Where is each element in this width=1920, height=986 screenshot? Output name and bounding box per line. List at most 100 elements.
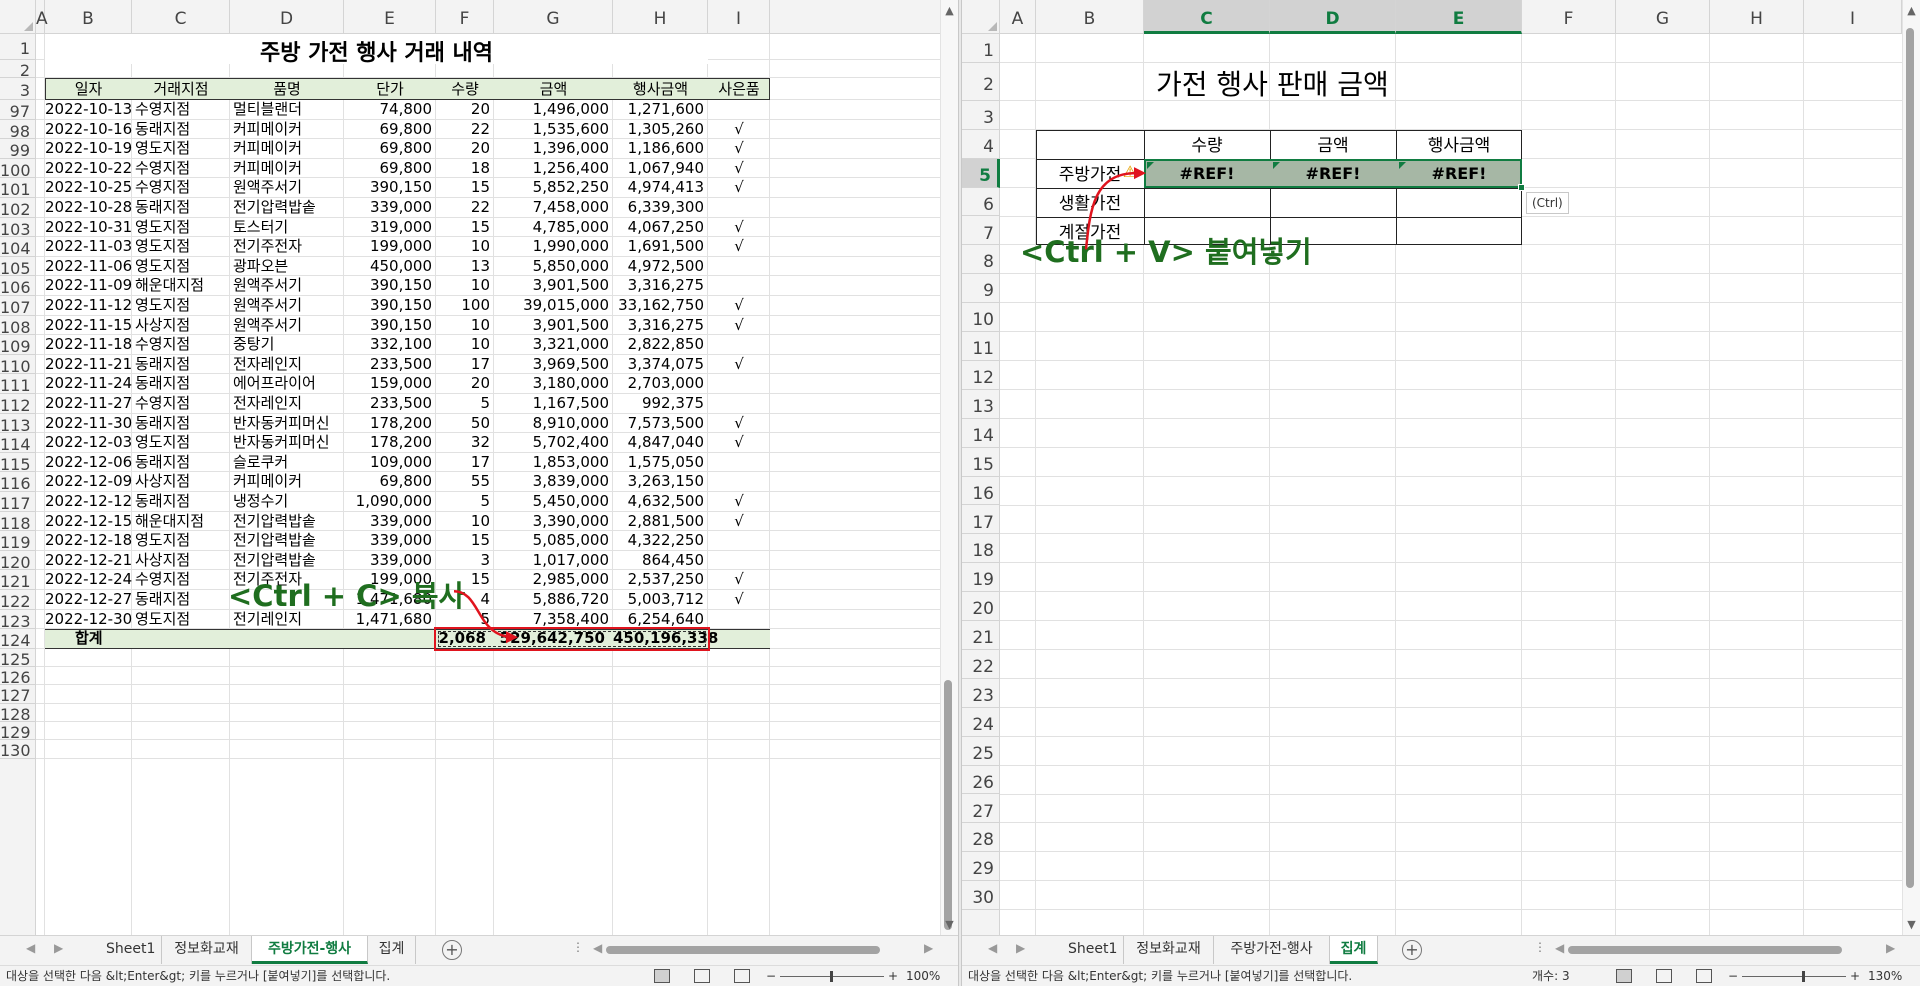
zoom-out-icon[interactable]: −: [766, 966, 776, 986]
cell-gift[interactable]: [708, 472, 770, 492]
sheet-grid[interactable]: 가전 행사 판매 금액 수량 금액 행사금액 주방가전 생활가전 계절가전 #REF! #REF…: [1000, 34, 1902, 935]
cell-date[interactable]: 2022-12-06: [45, 453, 132, 473]
cell-date[interactable]: 2022-10-25: [45, 178, 132, 198]
row-header[interactable]: 107: [0, 296, 36, 317]
cell-date[interactable]: 2022-11-30: [45, 414, 132, 434]
cell-gift[interactable]: [708, 335, 770, 355]
cell-price[interactable]: 69,800: [344, 472, 436, 492]
cell-qty[interactable]: 32: [436, 433, 494, 453]
row-header[interactable]: 21: [962, 621, 1000, 650]
cell-price[interactable]: 199,000: [344, 237, 436, 257]
cell-evt[interactable]: 4,974,413: [613, 178, 708, 198]
ref-error-cell[interactable]: #REF!: [1144, 159, 1270, 188]
row-header[interactable]: 106: [0, 276, 36, 297]
splitter-dots-icon[interactable]: ⋮: [572, 940, 584, 954]
row-header[interactable]: 9: [962, 274, 1000, 304]
row-header[interactable]: 110: [0, 355, 36, 376]
zoom-level[interactable]: 100%: [906, 966, 940, 986]
cell-date[interactable]: 2022-10-13: [45, 100, 132, 120]
cell-item[interactable]: 중탕기: [230, 335, 344, 355]
row-header[interactable]: 123: [0, 610, 36, 631]
cell-gift[interactable]: [708, 531, 770, 551]
cell-branch[interactable]: 수영지점: [132, 394, 230, 414]
cell-branch[interactable]: 영도지점: [132, 257, 230, 277]
row-header[interactable]: 97: [0, 100, 36, 121]
cell-amt[interactable]: 5,085,000: [494, 531, 613, 551]
tab-scroll-right-icon[interactable]: ▶: [1016, 941, 1025, 955]
cell-item[interactable]: 슬로쿠커: [230, 453, 344, 473]
column-header-b[interactable]: B: [45, 0, 132, 34]
cell-date[interactable]: 2022-10-28: [45, 198, 132, 218]
cell-amt[interactable]: 3,839,000: [494, 472, 613, 492]
column-header-f[interactable]: F: [436, 0, 494, 34]
row-header[interactable]: 130: [0, 740, 36, 760]
hscroll-left-icon[interactable]: ◀: [1555, 941, 1564, 955]
cell-date[interactable]: 2022-11-09: [45, 276, 132, 296]
normal-view-icon[interactable]: [654, 969, 670, 983]
cell-evt[interactable]: 3,316,275: [613, 276, 708, 296]
cell-branch[interactable]: 영도지점: [132, 139, 230, 159]
cell-item[interactable]: 전자레인지: [230, 355, 344, 375]
column-header-e[interactable]: E: [344, 0, 436, 34]
cell-qty[interactable]: 10: [436, 237, 494, 257]
page-break-view-icon[interactable]: [1696, 969, 1712, 983]
cell-gift[interactable]: √: [708, 218, 770, 238]
select-all-corner[interactable]: [962, 0, 1000, 34]
cell-qty[interactable]: 18: [436, 159, 494, 179]
cell-date[interactable]: 2022-11-18: [45, 335, 132, 355]
cell-branch[interactable]: 동래지점: [132, 198, 230, 218]
cell-date[interactable]: 2022-10-19: [45, 139, 132, 159]
row-header[interactable]: 120: [0, 551, 36, 572]
column-header-i[interactable]: I: [708, 0, 770, 34]
cell-gift[interactable]: √: [708, 159, 770, 179]
cell-evt[interactable]: 4,632,500: [613, 492, 708, 512]
cell-evt[interactable]: 1,271,600: [613, 100, 708, 120]
cell-branch[interactable]: 영도지점: [132, 218, 230, 238]
cell-branch[interactable]: 영도지점: [132, 531, 230, 551]
cell-date[interactable]: 2022-12-24: [45, 570, 132, 590]
cell-branch[interactable]: 사상지점: [132, 551, 230, 571]
cell-item[interactable]: 커피메이커: [230, 139, 344, 159]
row-header[interactable]: 5: [962, 158, 1000, 188]
row-header[interactable]: 11: [962, 332, 1000, 361]
page-break-view-icon[interactable]: [734, 969, 750, 983]
cell-amt[interactable]: 7,458,000: [494, 198, 613, 218]
cell-evt[interactable]: 7,573,500: [613, 414, 708, 434]
column-header-a[interactable]: A: [1000, 0, 1036, 34]
cell-amt[interactable]: 8,910,000: [494, 414, 613, 434]
row-header[interactable]: 124: [0, 629, 36, 650]
cell-amt[interactable]: 1,496,000: [494, 100, 613, 120]
row-header[interactable]: 118: [0, 512, 36, 533]
column-header-b[interactable]: B: [1036, 0, 1144, 34]
cell-price[interactable]: 1,090,000: [344, 492, 436, 512]
row-header[interactable]: 103: [0, 218, 36, 239]
horizontal-scrollbar[interactable]: [606, 944, 926, 956]
cell-qty[interactable]: 100: [436, 296, 494, 316]
cell-price[interactable]: 390,150: [344, 296, 436, 316]
cell-amt[interactable]: 1,017,000: [494, 551, 613, 571]
cell-date[interactable]: 2022-11-12: [45, 296, 132, 316]
cell-amt[interactable]: 5,886,720: [494, 590, 613, 610]
cell-date[interactable]: 2022-12-15: [45, 512, 132, 532]
row-header[interactable]: 108: [0, 316, 36, 337]
row-header[interactable]: 101: [0, 178, 36, 199]
cell-branch[interactable]: 수영지점: [132, 178, 230, 198]
cell-date[interactable]: 2022-11-24: [45, 374, 132, 394]
page-layout-view-icon[interactable]: [694, 969, 710, 983]
cell-item[interactable]: 커피메이커: [230, 472, 344, 492]
sheet-tab[interactable]: 집계: [368, 936, 416, 964]
cell-item[interactable]: 반자동커피머신: [230, 414, 344, 434]
tab-scroll-left-icon[interactable]: ◀: [26, 941, 35, 955]
cell-amt[interactable]: 3,901,500: [494, 316, 613, 336]
cell-item[interactable]: 원액주서기: [230, 178, 344, 198]
cell-evt[interactable]: 1,305,260: [613, 120, 708, 140]
row-header[interactable]: 1: [0, 34, 36, 60]
cell-amt[interactable]: 4,785,000: [494, 218, 613, 238]
cell-amt[interactable]: 3,321,000: [494, 335, 613, 355]
zoom-in-icon[interactable]: +: [1850, 966, 1860, 986]
cell-item[interactable]: 전기압력밥솥: [230, 531, 344, 551]
cell-qty[interactable]: 22: [436, 120, 494, 140]
row-header[interactable]: 26: [962, 766, 1000, 795]
cell-amt[interactable]: 3,390,000: [494, 512, 613, 532]
cell-amt[interactable]: 2,985,000: [494, 570, 613, 590]
